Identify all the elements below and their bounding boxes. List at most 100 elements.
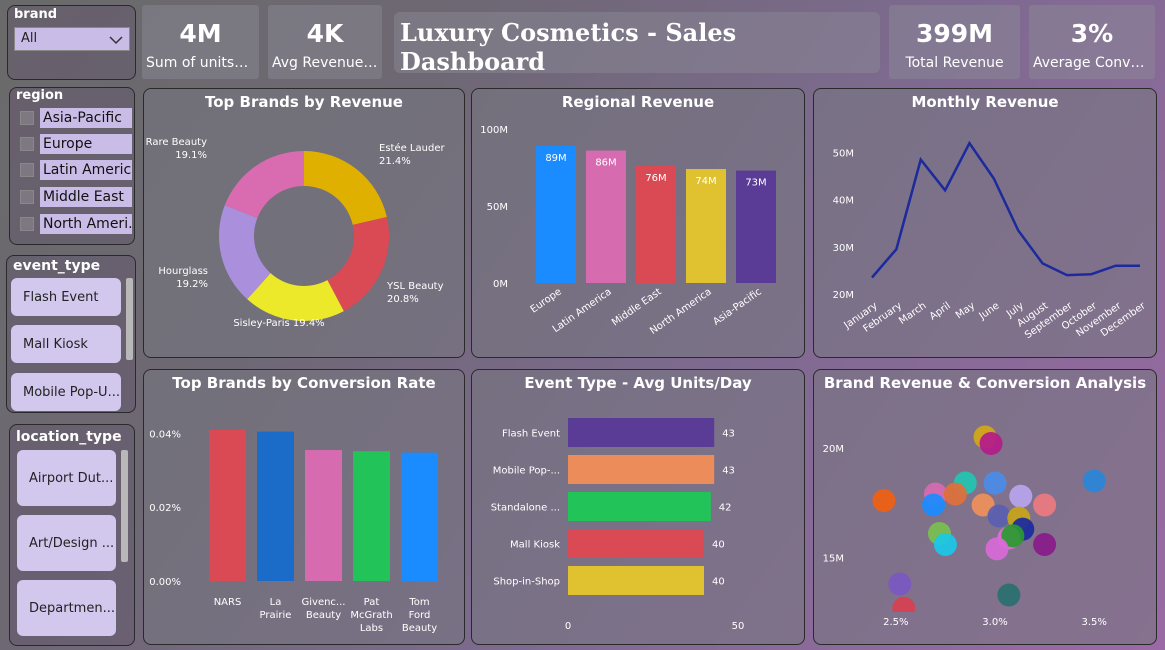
regional-bar-chart: 0M50M100M89MEurope86MLatin America76MMid… (480, 125, 776, 337)
scrollbar[interactable] (126, 278, 133, 360)
region-item-europe[interactable]: Europe (20, 134, 132, 154)
scatter-point (1033, 533, 1057, 557)
x-tick-label-line: Givenc... (302, 597, 346, 608)
bar (536, 145, 576, 283)
scatter-point (1009, 484, 1033, 508)
y-tick-label: 20M (823, 444, 844, 455)
x-tick-label: March (897, 300, 928, 326)
scrollbar[interactable] (121, 450, 128, 562)
slice-value: 19.1% (175, 150, 207, 161)
checkbox[interactable] (20, 111, 34, 125)
x-tick-label: Tom Ford Beauty (402, 597, 437, 634)
y-tick-label: 50M (487, 202, 508, 213)
region-slicer: region Asia-Pacific Europe Latin America… (9, 87, 135, 245)
y-tick-label: Flash Event (502, 429, 560, 440)
scatter-point (933, 533, 957, 557)
event-bar-chart: Flash Event 43 Mobile Pop-... 43 Standalone … (491, 418, 745, 632)
monthly-card: Monthly Revenue 20M 30M 40M 50M January Febru… (813, 88, 1157, 358)
brand-dropdown-value: All (21, 31, 38, 46)
scatter-point (1033, 493, 1057, 517)
slice-value: 19.2% (176, 279, 208, 290)
chevron-down-icon (109, 36, 123, 45)
scatter-point (979, 432, 1003, 456)
region-item-north-america[interactable]: North Ameri... (20, 214, 132, 234)
x-tick-label: 3.5% (1081, 617, 1106, 628)
data-label: 40 (712, 577, 725, 588)
x-tick-label-line: La (270, 597, 282, 608)
location-tile-airport[interactable]: Airport Dut... (17, 450, 116, 506)
y-tick-label: 0.02% (149, 503, 181, 514)
event-tile-mall-kiosk[interactable]: Mall Kiosk (11, 325, 121, 363)
location-tile-art-design[interactable]: Art/Design ... (17, 515, 116, 571)
slice-label: YSL Beauty (386, 281, 444, 292)
checkbox[interactable] (20, 163, 34, 177)
region-item-latin-america[interactable]: Latin America (20, 160, 132, 180)
x-tick-label: 50 (732, 621, 745, 632)
x-tick-label: NARS (214, 597, 242, 608)
region-label: North Ameri... (40, 214, 132, 234)
donut-slice (304, 151, 387, 225)
region-item-asia-pacific[interactable]: Asia-Pacific (20, 108, 132, 128)
region-item-middle-east[interactable]: Middle East (20, 187, 132, 207)
bar (568, 418, 715, 447)
x-tick-label: June (977, 300, 1002, 322)
scatter-point (888, 572, 912, 596)
x-tick-label: 3.0% (982, 617, 1007, 628)
x-tick-label: 0 (565, 621, 571, 632)
kpi-label: Avg Revenue ... (272, 55, 382, 71)
checkbox[interactable] (20, 137, 34, 151)
scatter-chart: 15M 20M 2.5% 3.0% 3.5% (823, 425, 1107, 628)
event-type-slicer: event_type Flash Event Mall Kiosk Mobile… (6, 255, 136, 413)
data-label: 76M (645, 173, 666, 184)
points-group (872, 425, 1106, 612)
data-label: 43 (722, 466, 735, 477)
brand-dropdown[interactable]: All (14, 27, 130, 51)
scatter-point (985, 537, 1009, 561)
x-tick-label: Givenc... Beauty (302, 597, 346, 621)
x-tick-label: Pat McGrath Labs (350, 597, 392, 634)
slicer-title: event_type (13, 258, 101, 274)
event-tile-flash-event[interactable]: Flash Event (11, 278, 121, 316)
kpi-value: 4K (306, 19, 344, 48)
x-tick-label: Europe (529, 286, 564, 315)
location-tile-department[interactable]: Departmen... (17, 580, 116, 636)
bar (353, 451, 390, 581)
scatter-point (983, 471, 1007, 495)
slicer-title: region (16, 88, 64, 103)
dashboard-title-box: Luxury Cosmetics - Sales Dashboard (394, 12, 880, 73)
checkbox[interactable] (20, 190, 34, 204)
event-card: Event Type - Avg Units/Day Flash Event 43… (471, 369, 805, 645)
x-tick-label: 2.5% (883, 617, 908, 628)
region-label: Middle East (40, 187, 132, 207)
event-tile-mobile-popup[interactable]: Mobile Pop-U... (11, 373, 121, 411)
x-tick-label-line: Beauty (306, 610, 341, 621)
kpi-label: Average Conver... (1033, 55, 1155, 71)
region-label: Latin America (40, 160, 132, 180)
monthly-line-chart: 20M30M40M50MJanuaryFebruaryMarch April May… (833, 140, 1148, 341)
bar (586, 150, 626, 283)
scatter-point (987, 504, 1011, 528)
revenue-line (871, 140, 1140, 279)
y-tick-label: 50M (833, 149, 854, 160)
donut-slice (224, 151, 304, 218)
y-tick-label: 0M (493, 279, 508, 290)
brand-slicer: brand All (7, 5, 136, 80)
region-label: Asia-Pacific (40, 108, 132, 128)
bar (209, 429, 246, 581)
kpi-value: 3% (1070, 19, 1114, 48)
region-label: Europe (40, 134, 132, 154)
kpi-value: 399M (915, 19, 994, 48)
conversion-card: Top Brands by Conversion Rate 0.00% 0.02%… (143, 369, 465, 645)
data-label: 74M (695, 176, 716, 187)
checkbox[interactable] (20, 217, 34, 231)
data-label: 89M (545, 153, 566, 164)
kpi-label: Total Revenue (905, 55, 1004, 71)
scatter-point (872, 489, 896, 513)
y-tick-label: 40M (833, 196, 854, 207)
donut-card: Top Brands by Revenue Estée Lauder 21.4% Y… (143, 88, 465, 358)
conversion-bar-chart: 0.00% 0.02% 0.04% NARS La Prairie Givenc... Bea… (149, 429, 438, 634)
data-label: 86M (595, 158, 616, 169)
donut-slice (327, 217, 389, 312)
kpi-units-sold: 4M Sum of units_sold (142, 5, 259, 79)
scatter-point (943, 482, 967, 506)
